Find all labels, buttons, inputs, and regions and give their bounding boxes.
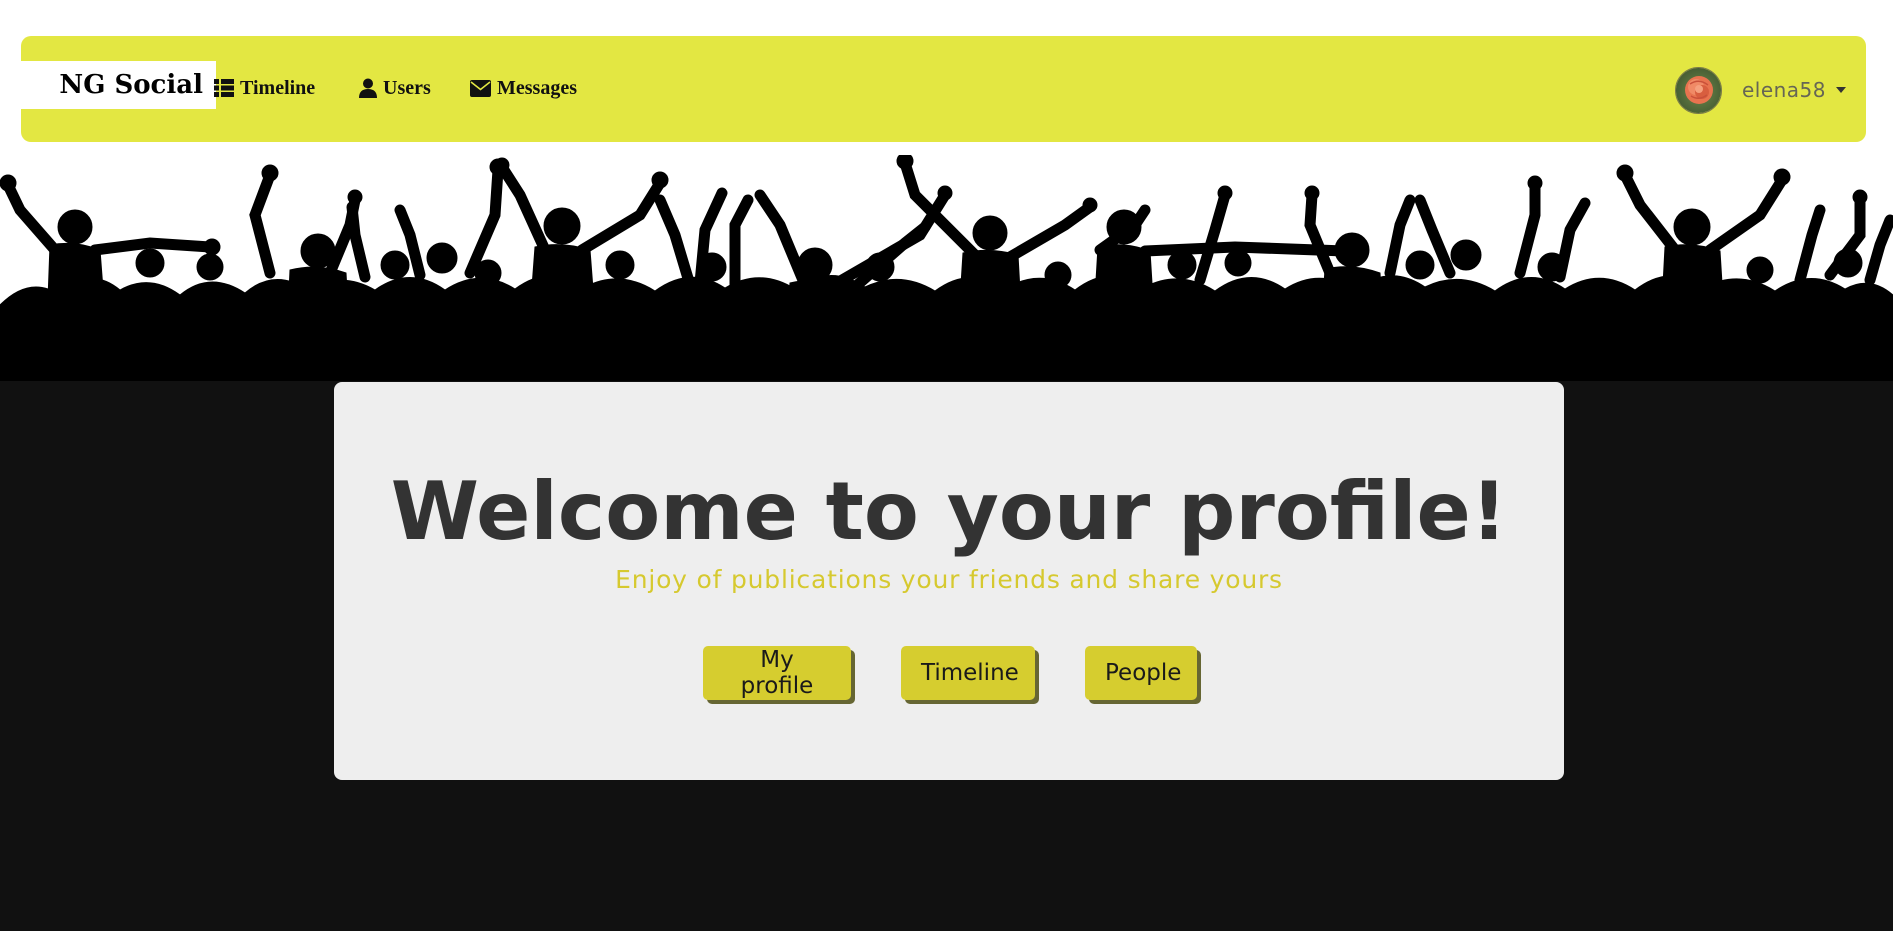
nav-users-label: Users xyxy=(383,76,431,99)
username: elena58 xyxy=(1741,78,1826,102)
page-title: Welcome to your profile! xyxy=(390,465,1508,558)
user-icon xyxy=(359,78,377,98)
avatar[interactable] xyxy=(1674,66,1722,114)
navbar: NG Social Timeline Users Messages elena5… xyxy=(21,36,1866,142)
timeline-button[interactable]: Timeline xyxy=(901,646,1035,700)
header-area: NG Social Timeline Users Messages elena5… xyxy=(0,0,1893,381)
people-button[interactable]: People xyxy=(1085,646,1197,700)
page-subtitle: Enjoy of publications your friends and s… xyxy=(615,565,1283,594)
nav-messages-label: Messages xyxy=(497,76,577,99)
nav-users[interactable]: Users xyxy=(359,74,431,102)
user-dropdown[interactable]: elena58 xyxy=(1674,66,1846,114)
page: NG Social Timeline Users Messages elena5… xyxy=(0,0,1893,931)
chevron-down-icon xyxy=(1836,87,1846,93)
nav-timeline[interactable]: Timeline xyxy=(214,74,315,102)
brand-logo[interactable]: NG Social xyxy=(21,61,216,109)
nav-timeline-label: Timeline xyxy=(240,76,316,99)
nav-messages[interactable]: Messages xyxy=(470,74,577,102)
list-icon xyxy=(214,79,234,97)
my-profile-button[interactable]: My profile xyxy=(703,646,851,700)
crowd-banner xyxy=(0,152,1893,381)
welcome-panel: Welcome to your profile! Enjoy of public… xyxy=(334,382,1564,780)
envelope-icon xyxy=(470,79,491,97)
